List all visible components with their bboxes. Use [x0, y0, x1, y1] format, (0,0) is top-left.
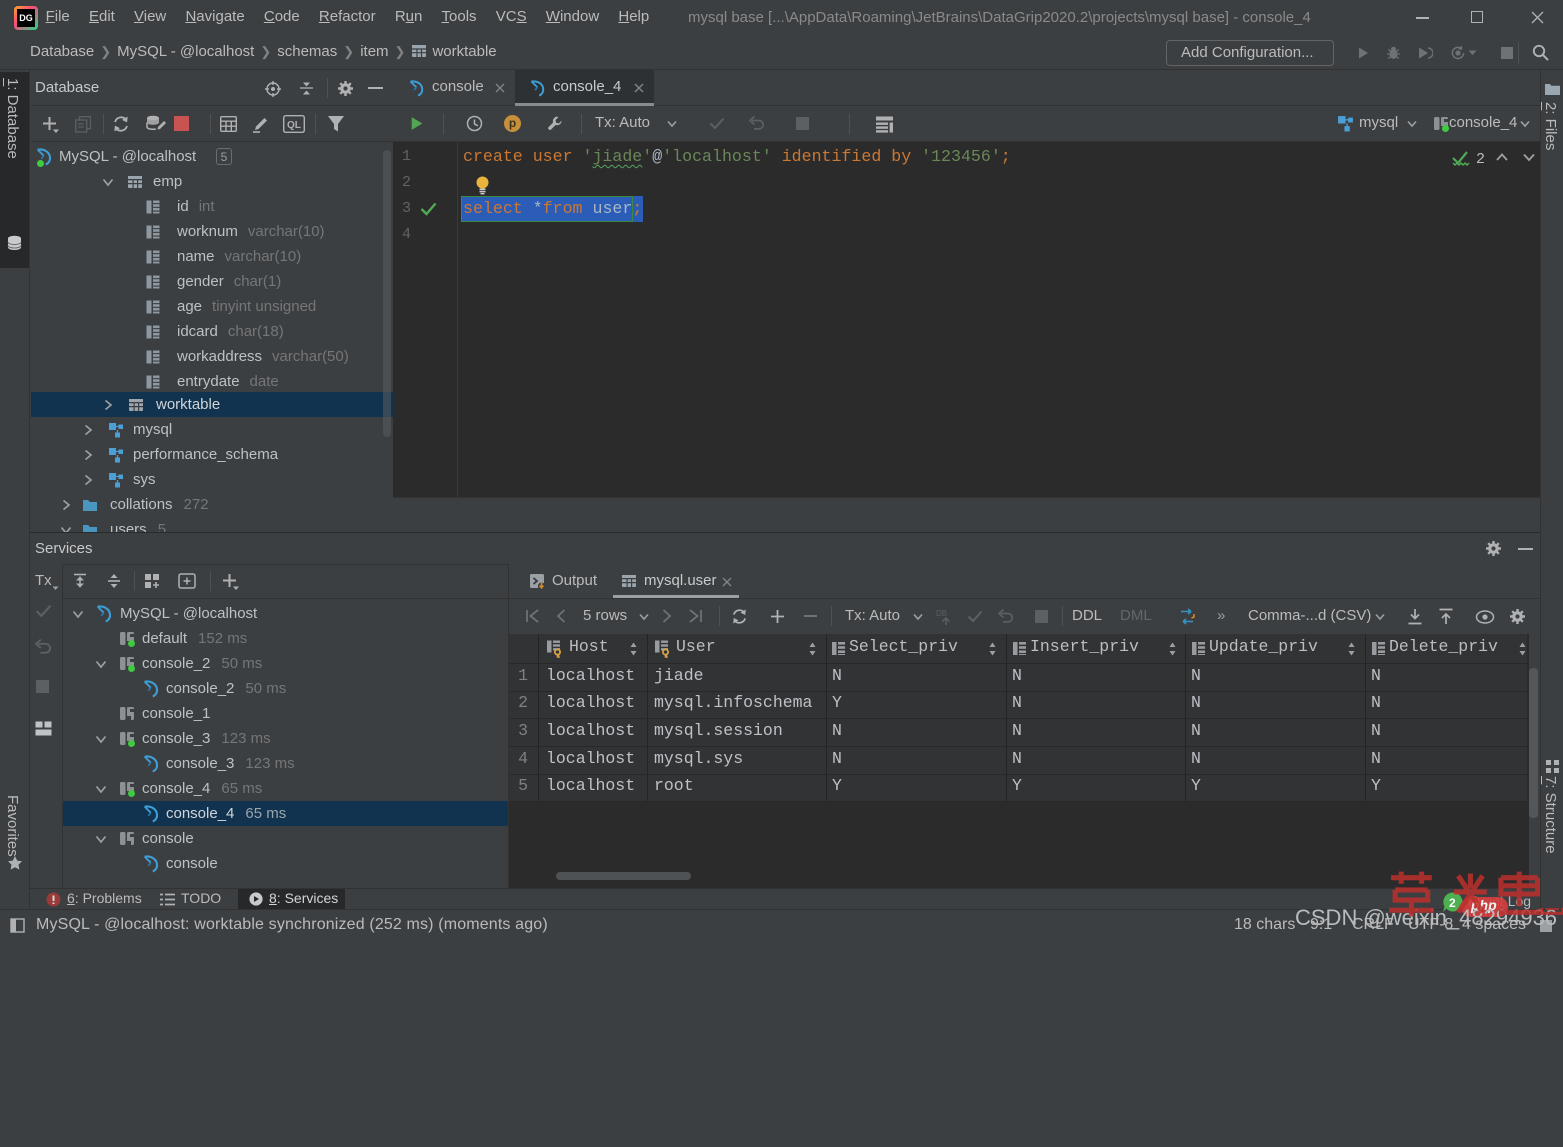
svg-text:DB: DB [936, 609, 947, 618]
svg-text:QL: QL [287, 120, 301, 131]
